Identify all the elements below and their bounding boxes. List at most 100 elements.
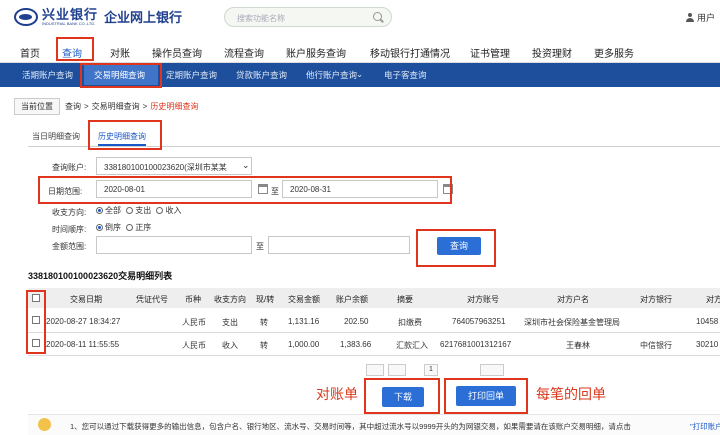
nav-operator-query[interactable]: 操作员查询 [152, 45, 202, 60]
subnav-current-account[interactable]: 活期账户查询 [22, 69, 73, 81]
annotation-per-receipt: 每笔的回单 [536, 387, 606, 403]
column-header: 账户余额 [336, 295, 368, 304]
direction-label: 收支方向: [52, 208, 87, 217]
radio-all[interactable] [96, 207, 103, 215]
order-label: 时间顺序: [52, 225, 87, 234]
search-icon[interactable] [373, 12, 382, 21]
row-direction: 支出 [222, 318, 238, 327]
amount-max-input[interactable] [268, 236, 410, 254]
radio-desc[interactable] [96, 224, 103, 232]
breadcrumb: 当前位置 查询 > 交易明细查询 > 历史明细查询 [14, 97, 198, 115]
nav-account-service-query[interactable]: 账户服务查询 [286, 45, 346, 60]
table-header [28, 288, 720, 308]
user-menu[interactable]: 用户 [686, 11, 715, 24]
nav-reconcile[interactable]: 对账 [110, 45, 130, 60]
account-select[interactable]: 338180100100023620(深圳市某某 [96, 157, 252, 175]
top-header: 兴业银行 INDUSTRIAL BANK CO.,LTD. 企业网上银行 搜索功… [0, 0, 720, 36]
highlight-date-range [38, 176, 452, 204]
annotation-statement: 对账单 [316, 387, 358, 403]
bank-logo[interactable]: 兴业银行 INDUSTRIAL BANK CO.,LTD. 企业网上银行 [14, 7, 182, 26]
row-divider [28, 355, 720, 356]
radio-income[interactable] [156, 207, 164, 215]
column-header: 凭证代号 [136, 295, 168, 304]
row-direction: 收入 [222, 341, 238, 350]
direction-radio-group: 全部 支出 收入 [96, 205, 181, 216]
chevron-down-icon[interactable]: ⌄ [242, 160, 250, 171]
row-extra: 10458 [696, 317, 719, 326]
column-header: 摘要 [397, 295, 413, 304]
column-header: 交易金额 [288, 295, 320, 304]
radio-income-label: 收入 [165, 206, 182, 215]
row-amount: 1,000.00 [288, 340, 320, 349]
tab-today-detail[interactable]: 当日明细查询 [32, 126, 80, 146]
nav-more-services[interactable]: 更多服务 [594, 45, 634, 60]
breadcrumb-item-query[interactable]: 查询 [65, 101, 81, 112]
pager-prev[interactable] [388, 364, 406, 376]
highlight-checkbox-column [26, 290, 46, 354]
row-date: 2020-08-27 18:34:27 [46, 317, 121, 326]
breadcrumb-separator: > [84, 101, 89, 111]
row-balance: 202.50 [344, 317, 369, 326]
account-value: 338180100100023620(深圳市某某 [104, 163, 227, 172]
amount-min-input[interactable] [96, 236, 252, 254]
radio-expense-label: 支出 [135, 206, 152, 215]
radio-asc-label: 正序 [135, 223, 152, 232]
row-counter-name: 王春林 [566, 341, 590, 350]
notice-link[interactable]: "打印账户报 [690, 421, 720, 432]
radio-asc[interactable] [126, 224, 134, 232]
row-counter-name: 深圳市社会保险基金管理局 [524, 318, 620, 327]
bank-logo-icon [14, 7, 38, 26]
nav-cert-management[interactable]: 证书管理 [470, 45, 510, 60]
column-header: 现/转 [256, 295, 275, 304]
radio-all-label: 全部 [105, 206, 121, 215]
row-summary: 汇款汇入 [396, 341, 428, 350]
nav-home[interactable]: 首页 [20, 45, 40, 60]
search-input[interactable]: 搜索功能名称 [224, 7, 392, 27]
pager-current-page[interactable]: 1 [424, 364, 438, 376]
subnav-fixed-account[interactable]: 定期账户查询 [166, 69, 217, 81]
row-cash-transfer: 转 [260, 318, 268, 327]
amount-separator: 至 [256, 242, 264, 251]
breadcrumb-item-detail[interactable]: 交易明细查询 [92, 101, 140, 112]
highlight-print-receipt [444, 378, 528, 414]
nav-mobile-bank[interactable]: 移动银行打通情况 [370, 45, 450, 60]
highlight-query-nav [56, 37, 94, 61]
user-label: 用户 [697, 13, 716, 23]
nav-process-query[interactable]: 流程查询 [224, 45, 264, 60]
column-header: 对方账号 [467, 295, 499, 304]
column-header: 交易日期 [70, 295, 102, 304]
amount-range-label: 金额范围: [52, 242, 87, 251]
list-title: 338180100100023620交易明细列表 [28, 271, 173, 281]
highlight-transaction-detail [80, 63, 162, 88]
column-header: 币种 [185, 295, 201, 304]
main-nav: 首页 查询 对账 操作员查询 流程查询 账户服务查询 移动银行打通情况 证书管理… [0, 37, 720, 63]
pager-next[interactable] [480, 364, 504, 376]
column-header: 收支方向 [214, 295, 246, 304]
column-header: 对方户名 [557, 295, 589, 304]
nav-investment[interactable]: 投资理财 [532, 45, 572, 60]
pager-first[interactable] [366, 364, 384, 376]
radio-expense[interactable] [126, 207, 134, 215]
site-name: 企业网上银行 [104, 10, 183, 25]
row-divider [28, 332, 720, 333]
column-header: 对方 [706, 295, 720, 304]
column-header: 对方银行 [640, 295, 672, 304]
subnav-electronic-query[interactable]: 电子客查询 [384, 69, 427, 81]
row-counter-account: 764057963251 [452, 317, 506, 326]
bank-name: 兴业银行 [42, 6, 99, 22]
notice-text: 1、您可以通过下载获得更多的输出信息，包含户名、银行地区、流水号、交易时间等，其… [70, 422, 631, 431]
account-label: 查询账户: [52, 163, 87, 172]
bank-name-en: INDUSTRIAL BANK CO.,LTD. [42, 20, 96, 26]
row-date: 2020-08-11 11:55:55 [46, 340, 120, 349]
row-amount: 1,131.16 [288, 317, 320, 326]
chevron-down-icon[interactable]: ⌄ [356, 69, 363, 80]
subnav-loan-account[interactable]: 贷款账户查询 [236, 69, 287, 81]
subnav-other-bank-account[interactable]: 他行账户查询 [306, 69, 357, 81]
row-extra: 30210 [696, 340, 719, 349]
row-currency: 人民币 [182, 341, 206, 350]
breadcrumb-current: 历史明细查询 [150, 101, 199, 111]
breadcrumb-position-label: 当前位置 [14, 97, 60, 115]
radio-desc-label: 倒序 [105, 223, 121, 232]
highlight-history-tab [88, 120, 162, 150]
info-icon [38, 418, 51, 431]
